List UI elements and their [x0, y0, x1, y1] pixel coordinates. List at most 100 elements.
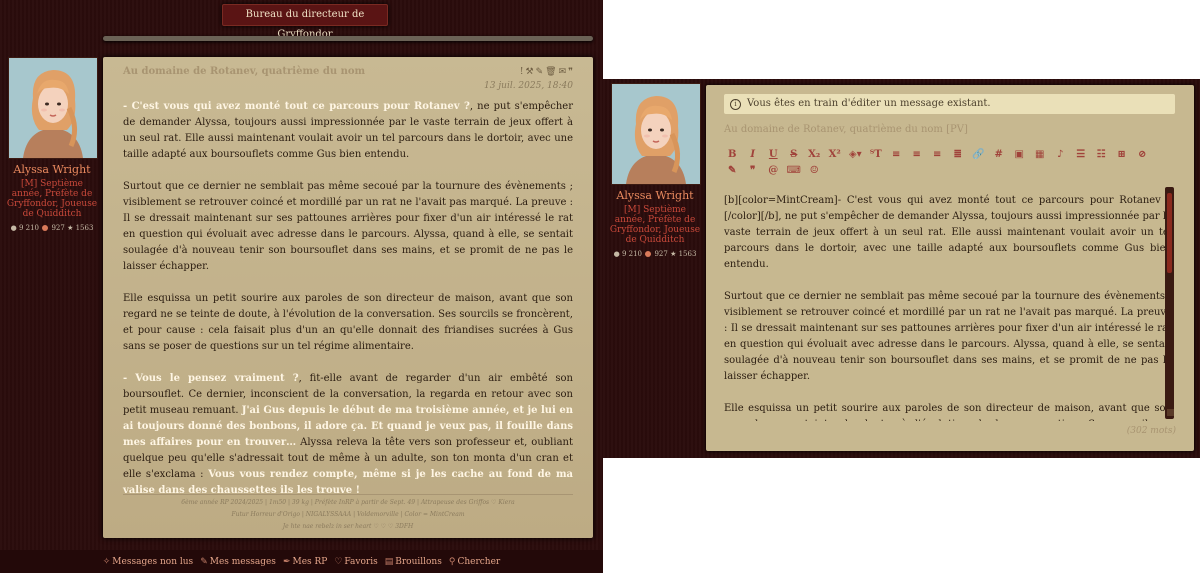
editor-author-profile: Alyssa Wright [M] Septième année, Préfèt…	[609, 189, 701, 259]
author-stats: ● 9 210 927 ★ 1563	[6, 223, 98, 233]
justify-icon[interactable]: ≣	[948, 149, 969, 160]
points-count: 927	[51, 224, 65, 232]
bottom-nav-item[interactable]: ✧ Messages non lus	[103, 557, 193, 567]
link-icon[interactable]: 🔗	[968, 149, 989, 160]
hashtag-icon[interactable]: #	[989, 149, 1010, 160]
message-textarea[interactable]: [b][color=MintCream]- C'est vous qui ave…	[724, 193, 1172, 421]
strikethrough-icon[interactable]: S	[784, 149, 805, 160]
editor-author-rank: [M] Septième année, Préfète de Gryffondo…	[609, 205, 701, 245]
resize-handle[interactable]	[1167, 409, 1174, 416]
bottom-nav: ✧ Messages non lus ✎ Mes messages ✒ Mes RP ♡ Fa…	[0, 550, 603, 573]
avatar[interactable]	[8, 57, 98, 159]
signature-divider	[123, 494, 573, 495]
top-divider	[103, 36, 593, 41]
bottom-nav-label: Mes RP	[292, 556, 328, 567]
signature: 6ème année RP 2024/2025 | 1m50 | 39 kg |…	[123, 494, 573, 533]
dialogue-text: - C'est vous qui avez monté tout ce parc…	[123, 101, 470, 112]
wrench-icon[interactable]: ⚒	[526, 67, 536, 77]
edit-notice-text: Vous êtes en train d'éditer un message e…	[747, 98, 991, 109]
forum-title[interactable]: Bureau du directeur de Gryffondor	[222, 4, 388, 40]
heart-icon: ♡	[334, 556, 343, 567]
image-icon[interactable]: ▣	[1009, 149, 1030, 160]
message-count: 9 210	[18, 224, 39, 232]
subject-input[interactable]: Au domaine de Rotanev, quatrième du nom …	[724, 124, 968, 135]
forum-post-view: Bureau du directeur de Gryffondor Alyssa…	[0, 0, 603, 573]
dialogue-text: - Vous le pensez vraiment ?	[123, 373, 299, 384]
formatting-toolbar: B I U S X₂ X² ◈▾ ᵀT ≡ ≡ ≡ ≣ 🔗 # ▣ ▦ ♪ ☰ ☷ ⊞ ⊘ ✎ ❞ @ ⌨ ☺	[722, 146, 1182, 178]
subscript-icon[interactable]: X₂	[804, 149, 825, 160]
align-center-icon[interactable]: ≡	[907, 149, 928, 160]
editor-paragraph: Elle esquissa un petit sourire aux parol…	[724, 403, 1172, 421]
drafts-icon: ▤	[384, 556, 394, 567]
toolbar-row-1: B I U S X₂ X² ◈▾ ᵀT ≡ ≡ ≡ ≣ 🔗 # ▣ ▦ ♪ ☰ ☷ ⊞ ⊘	[722, 146, 1182, 162]
mention-icon[interactable]: @	[763, 165, 784, 176]
bottom-nav-item[interactable]: ✎ Mes messages	[200, 557, 276, 567]
editor-star-count: 1563	[678, 250, 697, 258]
bottom-nav-label: Mes messages	[209, 556, 276, 567]
pencil-icon[interactable]: ✎	[536, 67, 546, 77]
music-icon[interactable]: ♪	[1050, 149, 1071, 160]
post-paragraph: - Vous le pensez vraiment ?, fit-elle av…	[123, 371, 573, 499]
toolbar-row-2: ✎ ❞ @ ⌨ ☺	[722, 162, 1182, 178]
editor-avatar[interactable]	[611, 83, 701, 185]
author-name[interactable]: Alyssa Wright	[6, 163, 98, 177]
author-rank: [M] Septième année, Préfète de Gryffondo…	[6, 179, 98, 219]
numbered-list-icon[interactable]: ☷	[1091, 149, 1112, 160]
signature-line-3: Je hte nae rebelz in ser heart ♡ ♡ ♡ 3DF…	[282, 523, 414, 530]
post-paragraph: Elle esquissa un petit sourire aux parol…	[123, 291, 573, 355]
bottom-nav-label: Chercher	[457, 556, 501, 567]
bottom-nav-label: Brouillons	[395, 556, 442, 567]
bold-icon[interactable]: B	[722, 149, 743, 160]
narration-text: Surtout que ce dernier ne semblait pas m…	[123, 181, 573, 272]
quote-icon[interactable]: ❞	[743, 165, 764, 176]
textarea-scrollbar[interactable]	[1165, 187, 1174, 419]
editor-paragraph: [b][color=MintCream]- C'est vous qui ave…	[724, 195, 1172, 270]
message-count-icon: ●	[10, 224, 17, 232]
trash-icon[interactable]: 🗑	[545, 67, 558, 77]
editor-container: i Vous êtes en train d'éditer un message …	[706, 85, 1194, 451]
signature-line-2: Futur Horreur d'Origo | NIGALYSSAAA | Vo…	[231, 511, 465, 518]
edit-message-view: Alyssa Wright [M] Septième année, Préfèt…	[603, 79, 1200, 458]
edit-notice: i Vous êtes en train d'éditer un message …	[724, 94, 1175, 114]
superscript-icon[interactable]: X²	[825, 149, 846, 160]
points-icon	[42, 225, 49, 231]
hide-icon[interactable]: ⊘	[1132, 149, 1153, 160]
post-paragraph: - C'est vous qui avez monté tout ce parc…	[123, 99, 573, 163]
star-icon: ★	[67, 224, 74, 232]
quill-icon: ✒	[282, 556, 291, 567]
post-title[interactable]: Au domaine de Rotanev, quatrième du nom	[123, 66, 365, 77]
author-profile: Alyssa Wright [M] Septième année, Préfèt…	[6, 163, 98, 233]
bullet-list-icon[interactable]: ☰	[1071, 149, 1092, 160]
italic-icon[interactable]: I	[743, 149, 764, 160]
underline-icon[interactable]: U	[763, 149, 784, 160]
mail-icon[interactable]: ✉	[559, 67, 569, 77]
code-icon[interactable]: ⌨	[784, 165, 805, 176]
narration-text: Elle esquissa un petit sourire aux parol…	[123, 293, 573, 352]
bottom-nav-item[interactable]: ♡ Favoris	[334, 557, 377, 567]
scrollbar-thumb[interactable]	[1167, 193, 1172, 273]
font-size-icon[interactable]: ᵀT	[866, 149, 887, 160]
editor-paragraph: Surtout que ce dernier ne semblait pas m…	[724, 291, 1172, 382]
video-icon[interactable]: ▦	[1030, 149, 1051, 160]
emoji-icon[interactable]: ☺	[804, 165, 825, 176]
word-count: (302 mots)	[1126, 426, 1176, 436]
align-right-icon[interactable]: ≡	[927, 149, 948, 160]
points-icon	[645, 251, 652, 257]
magic-icon[interactable]: ✎	[722, 165, 743, 176]
message-count-icon: ●	[613, 250, 620, 258]
bottom-nav-item[interactable]: ▤ Brouillons	[385, 557, 442, 567]
bottom-nav-item[interactable]: ⚲ Chercher	[449, 557, 500, 567]
color-icon[interactable]: ◈▾	[845, 149, 866, 160]
bottom-nav-item[interactable]: ✒ Mes RP	[283, 557, 327, 567]
align-left-icon[interactable]: ≡	[886, 149, 907, 160]
post-body: - C'est vous qui avez monté tout ce parc…	[123, 99, 573, 515]
avatar-portrait-image	[9, 58, 97, 158]
bottom-nav-label: Favoris	[344, 556, 378, 567]
star-count: 1563	[75, 224, 94, 232]
editor-author-name[interactable]: Alyssa Wright	[609, 189, 701, 203]
table-icon[interactable]: ⊞	[1112, 149, 1133, 160]
editor-points-count: 927	[654, 250, 668, 258]
quote-icon[interactable]: ❞	[568, 67, 575, 77]
search-icon: ⚲	[448, 556, 456, 567]
post-date: 13 juil. 2025, 18:40	[484, 81, 573, 91]
